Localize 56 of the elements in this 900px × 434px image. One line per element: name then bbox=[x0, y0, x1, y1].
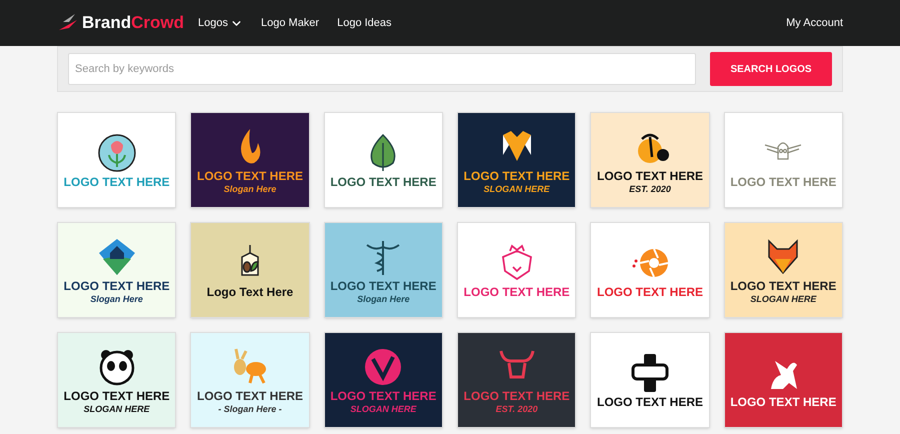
logo-title: LOGO TEXT HERE bbox=[64, 280, 170, 292]
logo-title: LOGO TEXT HERE bbox=[330, 176, 436, 188]
logo-slogan: SLOGAN HERE bbox=[750, 294, 816, 304]
logo-slogan: - Slogan Here - bbox=[218, 404, 282, 414]
logo-card[interactable]: LOGO TEXT HERE - Slogan Here - bbox=[190, 332, 310, 428]
logo-title: LOGO TEXT HERE bbox=[596, 170, 703, 182]
logo-card[interactable]: LOGO TEXT HERE EST. 2020 bbox=[590, 112, 710, 208]
logo-card[interactable]: LOGO TEXT HERE bbox=[590, 222, 710, 318]
logo-card[interactable]: LOGO TEXT HERE Slogan Here bbox=[324, 222, 443, 318]
logo-card[interactable]: LOGO TEXT HERE Slogan Here bbox=[57, 222, 176, 318]
logo-title: LOGO TEXT HERE bbox=[196, 170, 303, 182]
nav-link[interactable]: Logo Maker bbox=[261, 14, 320, 32]
search-logos-button[interactable]: SEARCH LOGOS bbox=[710, 52, 832, 86]
logo-card[interactable]: LOGO TEXT HERE SLOGAN HERE bbox=[457, 112, 576, 208]
logo-slogan: Slogan Here bbox=[224, 184, 276, 194]
logo-title: LOGO TEXT HERE bbox=[64, 176, 170, 188]
logo-slogan: EST. 2020 bbox=[496, 404, 538, 414]
logo-title: LOGO TEXT HERE bbox=[730, 176, 836, 188]
logo-title: LOGO TEXT HERE bbox=[330, 390, 436, 402]
logo-card[interactable]: LOGO TEXT HERE SLOGAN HERE bbox=[724, 222, 843, 318]
logo-title: LOGO TEXT HERE bbox=[730, 280, 836, 292]
vr-headset-logo-icon bbox=[630, 352, 670, 392]
logo-title: LOGO TEXT HERE bbox=[196, 390, 303, 402]
logo-title: LOGO TEXT HERE bbox=[730, 396, 836, 408]
logo-title: LOGO TEXT HERE bbox=[64, 390, 170, 402]
logo-card[interactable]: LOGO TEXT HERE SLOGAN HERE bbox=[324, 332, 443, 428]
swirl-logo-icon bbox=[363, 346, 404, 386]
logo-title: LOGO TEXT HERE bbox=[596, 286, 703, 298]
logo-card[interactable]: LOGO TEXT HERE bbox=[724, 332, 843, 428]
logo-title: LOGO TEXT HERE bbox=[464, 390, 570, 402]
logo-card[interactable]: Logo Text Here bbox=[190, 222, 310, 318]
logo-slogan: Slogan Here bbox=[90, 294, 143, 304]
nav-link[interactable]: Logos bbox=[198, 14, 243, 32]
logo-title: Logo Text Here bbox=[206, 286, 294, 298]
search-field[interactable]: Search by keywords bbox=[68, 53, 696, 85]
logo-card[interactable]: LOGO TEXT HERE Slogan Here bbox=[190, 112, 310, 208]
brand-logo-text[interactable]: BrandCrowd bbox=[82, 10, 184, 36]
logo-title: LOGO TEXT HERE bbox=[464, 170, 570, 182]
brand-logo-icon bbox=[57, 14, 79, 32]
logo-title: LOGO TEXT HERE bbox=[596, 396, 703, 408]
logo-title: LOGO TEXT HERE bbox=[330, 280, 436, 292]
logo-slogan: SLOGAN HERE bbox=[350, 404, 416, 414]
logo-card[interactable]: LOGO TEXT HERE bbox=[590, 332, 710, 428]
logo-card[interactable]: LOGO TEXT HERE SLOGAN HERE bbox=[57, 332, 176, 428]
logo-slogan: SLOGAN HERE bbox=[84, 404, 150, 414]
logo-slogan: EST. 2020 bbox=[629, 184, 671, 194]
account-link[interactable]: My Account bbox=[786, 14, 843, 32]
logo-card[interactable]: LOGO TEXT HERE bbox=[724, 112, 843, 208]
house-logo-icon bbox=[96, 236, 137, 276]
nav-link[interactable]: Logo Ideas bbox=[337, 14, 392, 32]
logo-title: LOGO TEXT HERE bbox=[464, 286, 570, 298]
logo-slogan: Slogan Here bbox=[357, 294, 410, 304]
logo-slogan: SLOGAN HERE bbox=[484, 184, 550, 194]
tulip-logo-icon bbox=[96, 132, 137, 172]
logo-card[interactable]: LOGO TEXT HERE bbox=[324, 112, 443, 208]
logo-card[interactable]: LOGO TEXT HERE bbox=[457, 222, 576, 318]
